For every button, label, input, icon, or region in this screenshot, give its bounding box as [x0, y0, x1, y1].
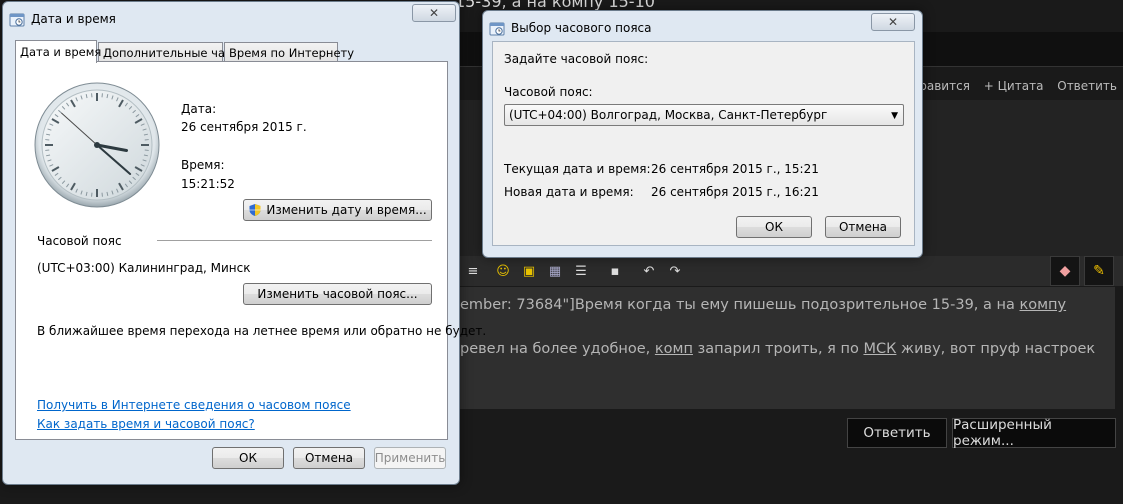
date-label: Дата: — [181, 102, 217, 116]
pencil-icon[interactable]: ✎ — [1084, 256, 1114, 286]
ok-button[interactable]: ОК — [212, 447, 284, 469]
align-icon[interactable]: ≡ — [462, 260, 484, 282]
smiley-icon[interactable]: ☺ — [492, 260, 514, 282]
tz-cancel-button[interactable]: Отмена — [825, 216, 901, 238]
close-icon[interactable]: ✕ — [412, 4, 456, 22]
editor-line-2: ревел на более удобное, комп запарил тро… — [460, 341, 1096, 357]
how-to-set-time-link[interactable]: Как задать время и часовой пояс? — [37, 417, 255, 431]
clock-window-icon — [9, 13, 25, 27]
close-icon[interactable]: ✕ — [871, 13, 915, 31]
online-timezone-info-link[interactable]: Получить в Интернете сведения о часовом … — [37, 398, 351, 412]
quote-link[interactable]: + Цитата — [984, 79, 1044, 93]
new-datetime-label: Новая дата и время: — [504, 185, 634, 199]
timezone-dialog: Выбор часового пояса ✕ Задайте часовой п… — [482, 10, 923, 258]
redo-icon[interactable]: ↷ — [664, 260, 686, 282]
timezone-prompt: Задайте часовой пояс: — [504, 52, 649, 66]
timezone-select[interactable]: (UTC+04:00) Волгоград, Москва, Санкт-Пет… — [504, 104, 904, 126]
change-datetime-button[interactable]: Изменить дату и время... — [243, 199, 432, 221]
list-icon[interactable]: ☰ — [570, 260, 592, 282]
tab-date-time[interactable]: Дата и время — [15, 40, 101, 63]
time-value: 15:21:52 — [181, 177, 235, 191]
change-datetime-label: Изменить дату и время... — [266, 203, 427, 217]
time-label: Время: — [181, 158, 225, 172]
timezone-dialog-titlebar: Выбор часового пояса — [489, 19, 652, 37]
editor-toolbar: ≡ ☺ ▣ ▦ ☰ ▪ ↶ ↷ — [460, 256, 1123, 286]
media-icon[interactable]: ▦ — [544, 260, 566, 282]
current-datetime-value: 26 сентября 2015 г., 15:21 — [651, 162, 819, 176]
uac-shield-icon — [249, 204, 261, 216]
timezone-heading: Часовой пояс — [37, 234, 122, 248]
eraser-icon[interactable]: ◆ — [1050, 256, 1080, 286]
tab-additional-clocks[interactable]: Дополнительные часы — [98, 42, 240, 62]
tab-internet-time[interactable]: Время по Интернету — [224, 42, 354, 62]
change-timezone-button[interactable]: Изменить часовой пояс... — [243, 283, 432, 305]
reply-button[interactable]: Ответить — [847, 418, 947, 448]
current-datetime-label: Текущая дата и время: — [504, 162, 651, 176]
timezone-panel: Задайте часовой пояс: Часовой пояс: (UTC… — [492, 41, 915, 246]
datetime-window-titlebar: Дата и время — [9, 10, 116, 28]
timezone-label: Часовой пояс: — [504, 85, 593, 99]
save-icon[interactable]: ▪ — [604, 260, 626, 282]
analog-clock — [34, 82, 160, 208]
image-icon[interactable]: ▣ — [518, 260, 540, 282]
new-datetime-value: 26 сентября 2015 г., 16:21 — [651, 185, 819, 199]
message-editor[interactable]: ember: 73684"]Время когда ты ему пишешь … — [460, 287, 1115, 409]
timezone-dialog-title: Выбор часового пояса — [511, 21, 652, 35]
cancel-button[interactable]: Отмена — [293, 447, 365, 469]
datetime-window: Дата и время ✕ Дата и время Дополнительн… — [2, 1, 486, 485]
date-time-panel: Дата: 26 сентября 2015 г. Время: 15:21:5… — [15, 61, 486, 440]
timezone-value: (UTC+03:00) Калининград, Минск — [37, 261, 251, 275]
editor-line-1: ember: 73684"]Время когда ты ему пишешь … — [460, 297, 1067, 313]
undo-icon[interactable]: ↶ — [638, 260, 660, 282]
clock-center — [94, 142, 100, 148]
date-value: 26 сентября 2015 г. — [181, 120, 307, 134]
clock-window-icon — [489, 22, 505, 36]
tz-ok-button[interactable]: ОК — [736, 216, 812, 238]
dst-note: В ближайшее время перехода на летнее вре… — [37, 324, 487, 338]
timezone-selected-value: (UTC+04:00) Волгоград, Москва, Санкт-Пет… — [509, 108, 828, 122]
apply-button: Применить — [374, 447, 446, 469]
dropdown-arrow-icon: ▼ — [891, 111, 898, 121]
datetime-window-title: Дата и время — [31, 12, 116, 26]
reply-link[interactable]: Ответить — [1057, 79, 1117, 93]
timezone-divider — [157, 240, 432, 241]
advanced-mode-button[interactable]: Расширенный режим... — [952, 417, 1116, 449]
